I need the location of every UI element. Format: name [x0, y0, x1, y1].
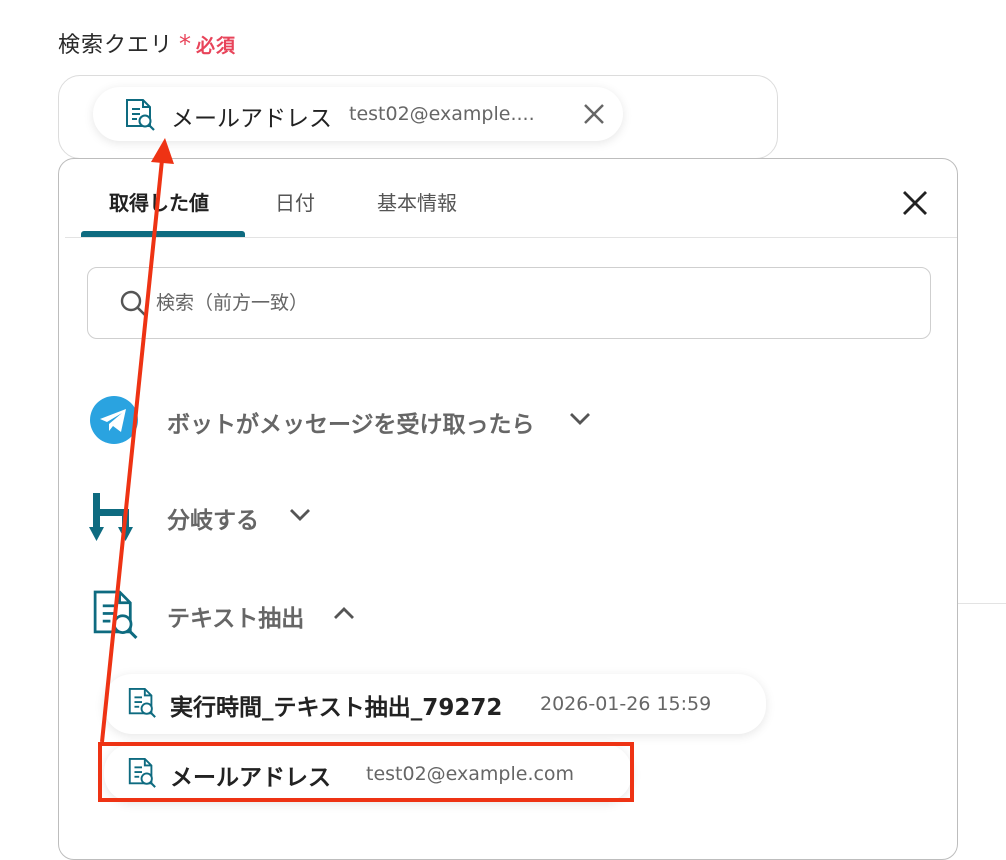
required-mark: * [179, 30, 193, 58]
field-label: 検索クエリ * 必須 [58, 27, 236, 59]
search-input[interactable] [154, 282, 898, 324]
section-branch[interactable]: 分岐する [89, 491, 789, 561]
chevron-down-icon[interactable] [289, 507, 311, 527]
tab-acquired-values[interactable]: 取得した値 [109, 187, 209, 216]
section-telegram-trigger[interactable]: ボットがメッセージを受け取ったら [89, 395, 789, 465]
text-extract-icon [126, 687, 158, 723]
required-text: 必須 [196, 35, 237, 57]
text-extract-icon [123, 98, 157, 136]
close-icon[interactable] [901, 189, 929, 221]
tab-date[interactable]: 日付 [275, 187, 315, 216]
section-title: ボットがメッセージを受け取ったら [167, 412, 535, 438]
divider [958, 603, 1006, 604]
telegram-icon [89, 395, 139, 449]
close-icon[interactable] [583, 103, 605, 129]
chevron-up-icon[interactable] [333, 605, 355, 625]
list-item[interactable]: 実行時間_テキスト抽出_79272 2026-01-26 15:59 [104, 674, 766, 734]
section-title: 分岐する [167, 508, 259, 534]
branch-icon [89, 491, 139, 549]
item-name: 実行時間_テキスト抽出_79272 [170, 695, 503, 721]
annotation-highlight-box [98, 742, 634, 802]
query-chip[interactable]: メールアドレス test02@example.... [93, 87, 623, 141]
field-label-text: 検索クエリ [58, 33, 174, 58]
tabs-divider [65, 237, 957, 238]
section-text-extract[interactable]: テキスト抽出 [89, 587, 789, 657]
query-chip-value: test02@example.... [349, 103, 535, 125]
text-extract-icon [89, 587, 141, 647]
search-icon [120, 290, 148, 322]
item-value: 2026-01-26 15:59 [540, 693, 712, 715]
tab-basic-info[interactable]: 基本情報 [377, 187, 457, 216]
query-chip-name: メールアドレス [171, 106, 332, 132]
search-box [87, 267, 931, 339]
section-title: テキスト抽出 [167, 606, 305, 632]
chevron-down-icon[interactable] [569, 411, 591, 431]
